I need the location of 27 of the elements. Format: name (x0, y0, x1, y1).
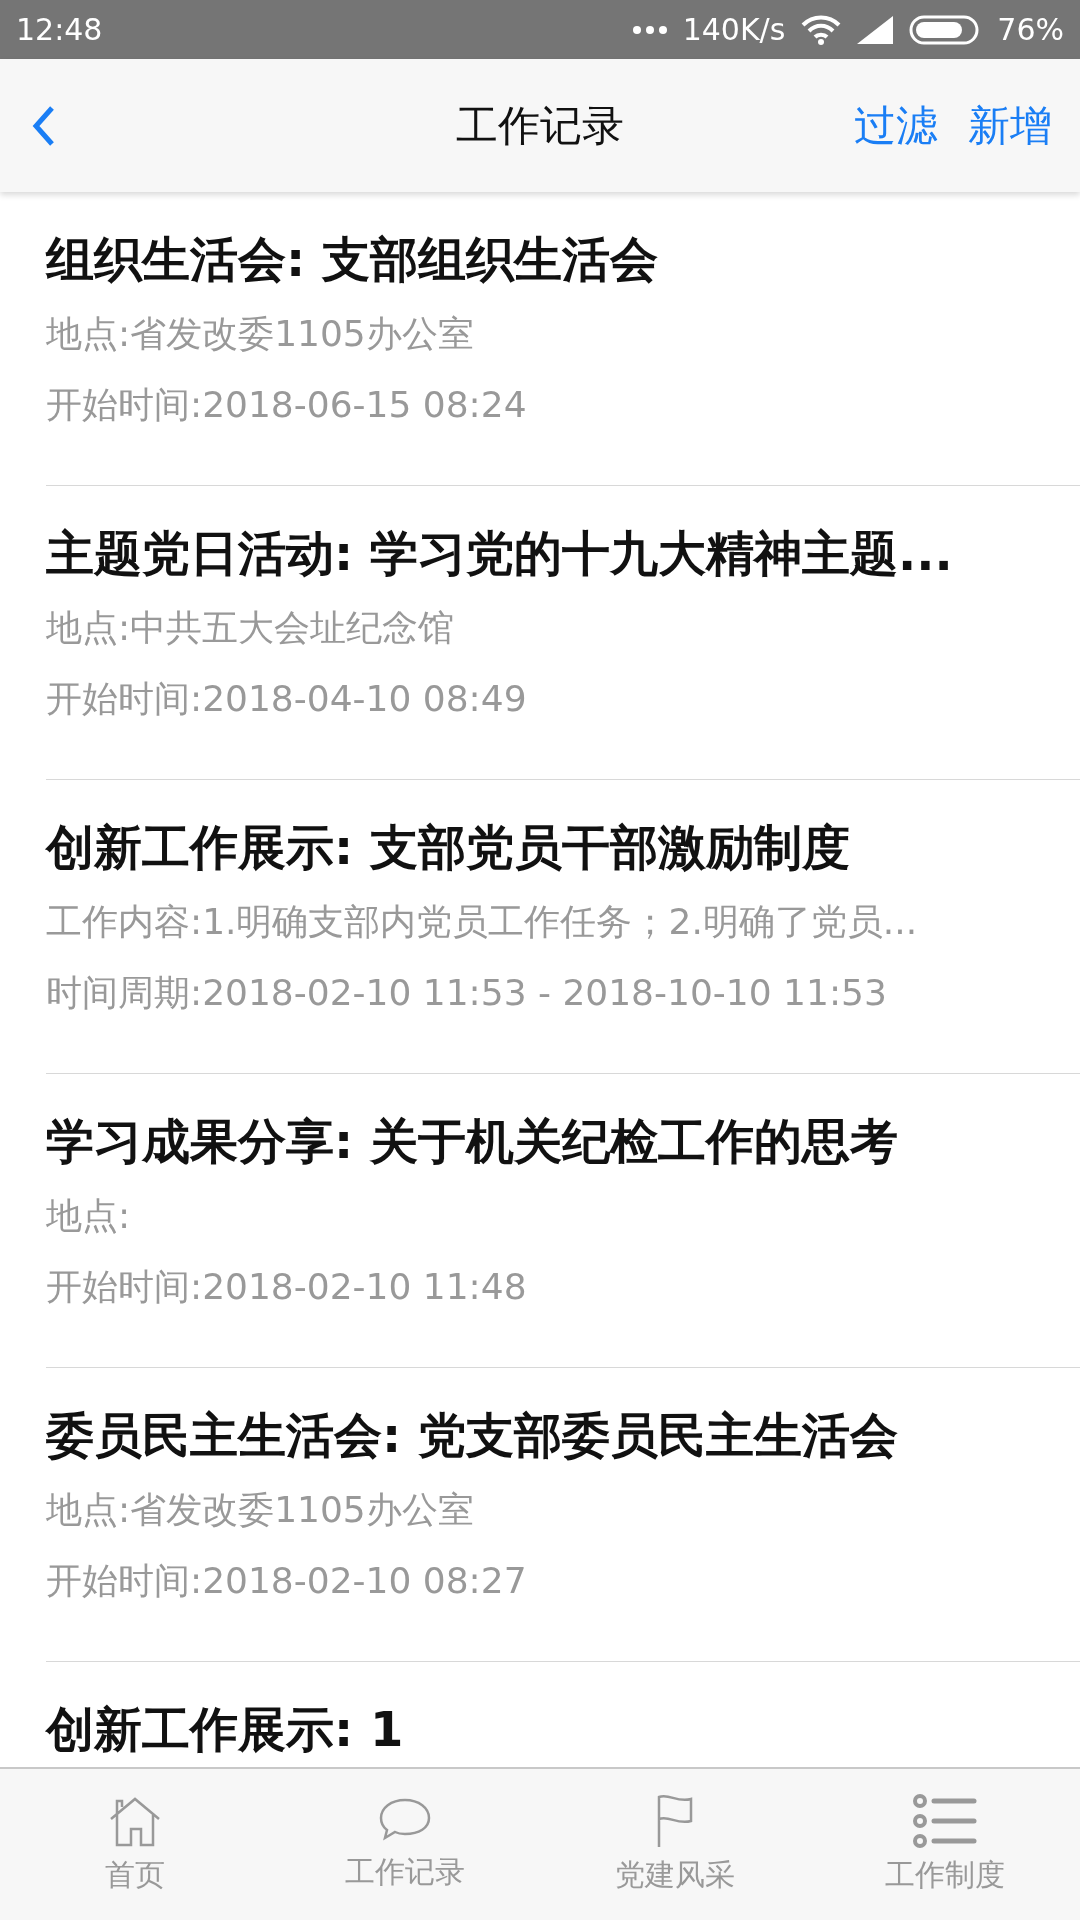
filter-button[interactable]: 过滤 (854, 97, 938, 154)
record-title[interactable]: 组织生活会: 支部组织生活会 (46, 230, 658, 288)
record-detail: 地点:省发改委1105办公室 (46, 312, 474, 356)
more-dots-icon (632, 25, 667, 34)
record-detail: 工作内容:1.明确支部内党员工作任务；2.明确了党员... (46, 900, 918, 944)
record-detail: 开始时间:2018-06-15 08:24 (46, 383, 527, 427)
record-detail: 开始时间:2018-04-10 08:49 (46, 677, 527, 721)
record-title[interactable]: 学习成果分享: 关于机关纪检工作的思考 (46, 1112, 898, 1170)
add-button[interactable]: 新增 (968, 97, 1052, 154)
page-title: 工作记录 (456, 99, 624, 152)
flag-icon (655, 1793, 695, 1849)
wifi-icon (801, 14, 842, 45)
record-title[interactable]: 主题党日活动: 学习党的十九大精神主题... (46, 524, 953, 582)
list-icon (912, 1793, 978, 1849)
record-detail: 地点: (46, 1194, 131, 1238)
record-detail: 地点:省发改委1105办公室 (46, 1488, 474, 1532)
record-title[interactable]: 委员民主生活会: 党支部委员民主生活会 (46, 1406, 898, 1464)
record-detail: 时间周期:2018-02-10 11:53 - 2018-10-10 11:53 (46, 971, 887, 1015)
signal-icon (857, 15, 894, 44)
record-title[interactable]: 创新工作展示: 支部党员干部激励制度 (46, 818, 850, 876)
record-detail: 开始时间:2018-02-10 08:27 (46, 1559, 527, 1603)
network-speed: 140K/s (682, 12, 786, 47)
status-time: 12:48 (16, 12, 103, 47)
battery-percent: 76% (997, 12, 1064, 47)
record-title[interactable]: 创新工作展示: 1 (46, 1700, 404, 1758)
record-detail: 开始时间:2018-02-10 11:48 (46, 1265, 527, 1309)
record-detail: 地点:中共五大会址纪念馆 (46, 606, 455, 650)
